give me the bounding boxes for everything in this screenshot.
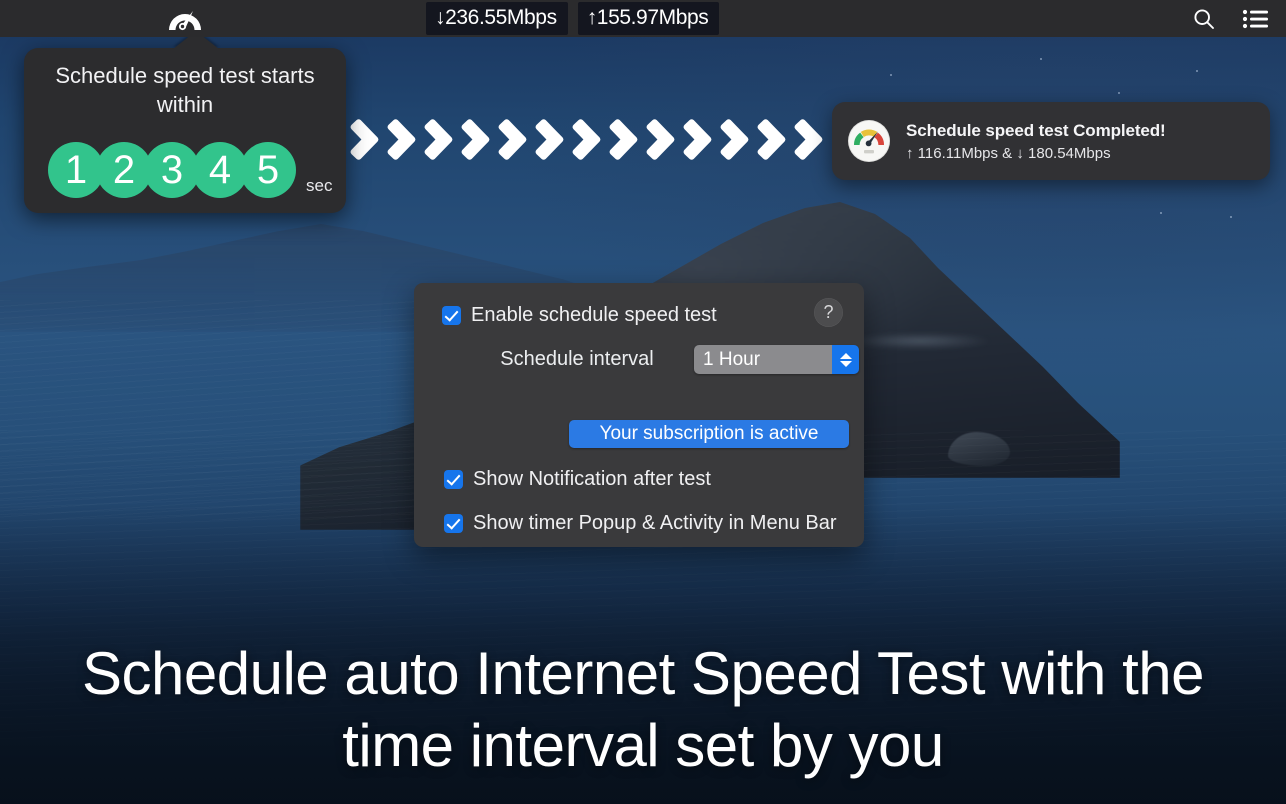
chevron-right-icon bbox=[648, 96, 682, 184]
chevron-right-icon bbox=[685, 96, 719, 184]
schedule-settings-panel: Enable schedule speed test ? Schedule in… bbox=[414, 283, 864, 547]
show-timer-popup-label: Show timer Popup & Activity in Menu Bar bbox=[473, 512, 837, 534]
show-timer-popup-checkbox[interactable] bbox=[444, 514, 463, 533]
chevron-arrow-strip bbox=[352, 96, 830, 184]
chevron-right-icon bbox=[537, 96, 571, 184]
schedule-interval-label: Schedule interval bbox=[500, 348, 654, 370]
notification-text: Schedule speed test Completed! ↑ 116.11M… bbox=[906, 121, 1166, 162]
notification-banner[interactable]: Schedule speed test Completed! ↑ 116.11M… bbox=[832, 102, 1270, 180]
search-icon[interactable] bbox=[1192, 7, 1216, 31]
timer-popup-title: Schedule speed test starts within bbox=[55, 63, 315, 117]
help-button[interactable]: ? bbox=[814, 298, 843, 327]
chevron-right-icon bbox=[574, 96, 608, 184]
enable-schedule-row[interactable]: Enable schedule speed test bbox=[442, 304, 717, 327]
chevron-right-icon bbox=[389, 96, 423, 184]
notification-title: Schedule speed test Completed! bbox=[906, 120, 1166, 140]
chevron-right-icon bbox=[352, 96, 386, 184]
countdown-digits: 1 2 3 4 5 sec bbox=[24, 142, 346, 198]
chevron-right-icon bbox=[796, 96, 830, 184]
menubar-app-icon[interactable] bbox=[166, 4, 204, 34]
upload-speed-badge[interactable]: ↑155.97Mbps bbox=[577, 2, 720, 35]
show-notification-label: Show Notification after test bbox=[473, 468, 711, 490]
chevron-right-icon bbox=[426, 96, 460, 184]
notification-app-icon bbox=[848, 120, 890, 162]
countdown-digit: 5 bbox=[240, 142, 296, 198]
notification-subtitle: ↑ 116.11Mbps & ↓ 180.54Mbps bbox=[906, 144, 1111, 162]
control-center-icon[interactable] bbox=[1242, 8, 1268, 30]
download-speed-badge[interactable]: ↓236.55Mbps bbox=[426, 2, 568, 35]
seconds-unit-label: sec bbox=[306, 176, 333, 195]
schedule-interval-select[interactable]: 1 Hour bbox=[694, 345, 859, 374]
macos-menu-bar: ↓236.55Mbps ↑155.97Mbps bbox=[0, 0, 1286, 37]
enable-schedule-checkbox[interactable] bbox=[442, 306, 461, 325]
schedule-interval-value: 1 Hour bbox=[694, 345, 832, 374]
chevron-right-icon bbox=[500, 96, 534, 184]
show-notification-row[interactable]: Show Notification after test bbox=[444, 468, 711, 491]
chevron-up-icon[interactable] bbox=[839, 352, 852, 359]
speedometer-icon bbox=[169, 11, 201, 31]
enable-schedule-label: Enable schedule speed test bbox=[471, 304, 717, 326]
interval-stepper[interactable] bbox=[832, 345, 859, 374]
marketing-caption: Schedule auto Internet Speed Test with t… bbox=[81, 640, 1205, 779]
chevron-right-icon bbox=[611, 96, 645, 184]
chevron-right-icon bbox=[759, 96, 793, 184]
timer-popup: Schedule speed test starts within 1 2 3 … bbox=[24, 31, 346, 213]
show-timer-popup-row[interactable]: Show timer Popup & Activity in Menu Bar bbox=[444, 512, 837, 535]
screenshot-stage: ↓236.55Mbps ↑155.97Mbps Schedule speed t… bbox=[0, 0, 1286, 804]
schedule-interval-row: Schedule interval 1 Hour bbox=[474, 345, 864, 374]
subscription-status-button[interactable]: Your subscription is active bbox=[569, 420, 849, 448]
menubar-speed-badges: ↓236.55Mbps ↑155.97Mbps bbox=[426, 2, 720, 35]
menubar-status-items bbox=[1192, 0, 1268, 37]
chevron-down-icon[interactable] bbox=[839, 360, 852, 367]
show-notification-checkbox[interactable] bbox=[444, 470, 463, 489]
chevron-right-icon bbox=[463, 96, 497, 184]
chevron-right-icon bbox=[722, 96, 756, 184]
